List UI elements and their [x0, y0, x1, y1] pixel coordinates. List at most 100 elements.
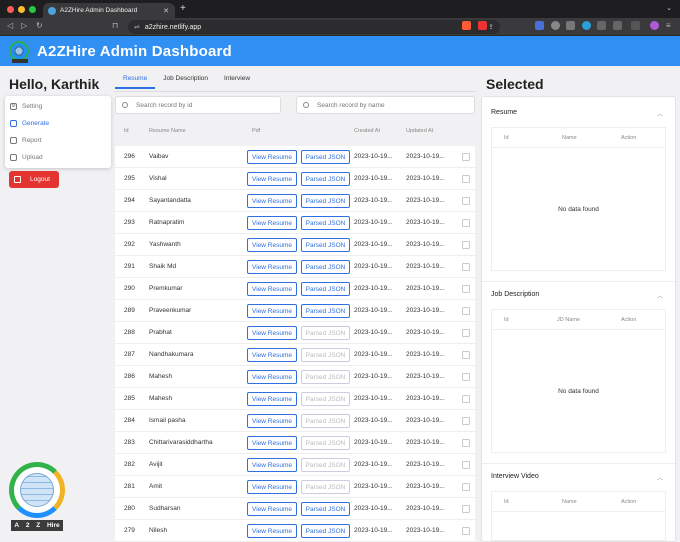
row-checkbox[interactable]: [462, 175, 470, 183]
logo-letter: A: [14, 522, 20, 529]
share-icon[interactable]: ⇪: [488, 23, 494, 31]
reload-icon[interactable]: ↻: [36, 21, 43, 30]
sidebar-item-setting[interactable]: ⚙ Setting: [5, 98, 111, 115]
chevron-up-icon[interactable]: ︿: [657, 291, 663, 300]
view-resume-button[interactable]: View Resume: [247, 414, 297, 428]
row-checkbox[interactable]: [462, 329, 470, 337]
parsed-json-button[interactable]: Parsed JSON: [301, 238, 350, 252]
extension-icon[interactable]: [582, 21, 591, 30]
view-resume-button[interactable]: View Resume: [247, 238, 297, 252]
view-resume-button[interactable]: View Resume: [247, 260, 297, 274]
row-checkbox[interactable]: [462, 461, 470, 469]
parsed-json-button[interactable]: Parsed JSON: [301, 282, 350, 296]
view-resume-button[interactable]: View Resume: [247, 172, 297, 186]
logout-button[interactable]: Logout: [9, 171, 59, 188]
chevron-up-icon[interactable]: ︿: [657, 473, 663, 482]
profile-avatar-icon[interactable]: [650, 21, 659, 30]
view-resume-button[interactable]: View Resume: [247, 502, 297, 516]
view-resume-button[interactable]: View Resume: [247, 304, 297, 318]
row-checkbox[interactable]: [462, 219, 470, 227]
row-checkbox[interactable]: [462, 373, 470, 381]
sidebar-item-report[interactable]: Report: [5, 132, 111, 149]
row-checkbox[interactable]: [462, 505, 470, 513]
brave-shield-icon[interactable]: [462, 21, 471, 30]
sidebar-item-generate[interactable]: Generate: [5, 115, 111, 132]
parsed-json-button[interactable]: Parsed JSON: [301, 304, 350, 318]
menu-icon[interactable]: ≡: [666, 21, 671, 30]
sidebar-icon[interactable]: [613, 21, 622, 30]
maximize-window-button[interactable]: [29, 6, 36, 13]
parsed-json-button: Parsed JSON: [301, 370, 350, 384]
address-bar[interactable]: ⇌ a2zhire.netlify.app ⇪: [128, 20, 500, 34]
new-tab-button[interactable]: +: [180, 3, 186, 14]
minimize-window-button[interactable]: [18, 6, 25, 13]
parsed-json-button[interactable]: Parsed JSON: [301, 172, 350, 186]
view-resume-button[interactable]: View Resume: [247, 480, 297, 494]
parsed-json-button[interactable]: Parsed JSON: [301, 216, 350, 230]
browser-toolbar: ◁ ▷ ↻ ⊓ ⇌ a2zhire.netlify.app ⇪ ≡: [0, 18, 680, 36]
tab-list-chevron-icon[interactable]: ⌄: [666, 4, 672, 12]
table-header: Id Resume Name Pdf Created At Updated At: [115, 128, 475, 142]
row-checkbox[interactable]: [462, 241, 470, 249]
bookmark-icon[interactable]: ⊓: [112, 21, 118, 30]
view-resume-button[interactable]: View Resume: [247, 150, 297, 164]
row-created: 2023-10-19...: [354, 373, 393, 380]
extension-icon[interactable]: [566, 21, 575, 30]
row-checkbox[interactable]: [462, 351, 470, 359]
row-name: Sudharsan: [149, 505, 181, 512]
row-name: Premkumar: [149, 285, 183, 292]
row-updated: 2023-10-19...: [406, 197, 445, 204]
chevron-up-icon[interactable]: ︿: [657, 109, 663, 118]
brave-rewards-icon[interactable]: [478, 21, 487, 30]
parsed-json-button[interactable]: Parsed JSON: [301, 502, 350, 516]
row-checkbox[interactable]: [462, 483, 470, 491]
row-checkbox[interactable]: [462, 263, 470, 271]
close-window-button[interactable]: [7, 6, 14, 13]
view-resume-button[interactable]: View Resume: [247, 348, 297, 362]
wallet-icon[interactable]: [631, 21, 640, 30]
tab-job-description[interactable]: Job Description: [155, 71, 216, 89]
view-resume-button[interactable]: View Resume: [247, 370, 297, 384]
view-resume-button[interactable]: View Resume: [247, 392, 297, 406]
section-title: Job Description: [491, 291, 540, 298]
row-checkbox[interactable]: [462, 285, 470, 293]
sidebar-item-upload[interactable]: Upload: [5, 149, 111, 166]
row-checkbox[interactable]: [462, 439, 470, 447]
sidebar-menu: ⚙ Setting Generate Report Upload: [5, 96, 111, 168]
parsed-json-button[interactable]: Parsed JSON: [301, 524, 350, 538]
search-by-id[interactable]: [115, 96, 281, 114]
parsed-json-button[interactable]: Parsed JSON: [301, 150, 350, 164]
tab-resume[interactable]: Resume: [115, 71, 156, 89]
forward-icon[interactable]: ▷: [21, 21, 27, 30]
view-resume-button[interactable]: View Resume: [247, 436, 297, 450]
row-checkbox[interactable]: [462, 307, 470, 315]
extension-icon[interactable]: [551, 21, 560, 30]
browser-tab[interactable]: A2ZHire Admin Dashboard ✕: [43, 3, 175, 18]
view-resume-button[interactable]: View Resume: [247, 524, 297, 538]
parsed-json-button[interactable]: Parsed JSON: [301, 260, 350, 274]
row-checkbox[interactable]: [462, 417, 470, 425]
search-icon: [303, 102, 309, 108]
back-icon[interactable]: ◁: [7, 21, 13, 30]
view-resume-button[interactable]: View Resume: [247, 458, 297, 472]
tab-interview[interactable]: Interview: [216, 71, 258, 89]
row-checkbox[interactable]: [462, 197, 470, 205]
search-name-input[interactable]: [317, 101, 437, 109]
row-name: Vishal: [149, 175, 167, 182]
extension-icon[interactable]: [535, 21, 544, 30]
row-checkbox[interactable]: [462, 395, 470, 403]
view-resume-button[interactable]: View Resume: [247, 216, 297, 230]
row-id: 286: [124, 373, 135, 380]
parsed-json-button[interactable]: Parsed JSON: [301, 194, 350, 208]
view-resume-button[interactable]: View Resume: [247, 194, 297, 208]
row-checkbox[interactable]: [462, 153, 470, 161]
search-by-name[interactable]: [296, 96, 475, 114]
view-resume-button[interactable]: View Resume: [247, 282, 297, 296]
site-settings-icon[interactable]: ⇌: [134, 23, 140, 31]
selected-jd-table: Id JD Name Action No data found: [491, 309, 666, 453]
tab-close-icon[interactable]: ✕: [163, 7, 169, 15]
search-id-input[interactable]: [136, 101, 256, 109]
view-resume-button[interactable]: View Resume: [247, 326, 297, 340]
row-checkbox[interactable]: [462, 527, 470, 535]
extensions-puzzle-icon[interactable]: [597, 21, 606, 30]
